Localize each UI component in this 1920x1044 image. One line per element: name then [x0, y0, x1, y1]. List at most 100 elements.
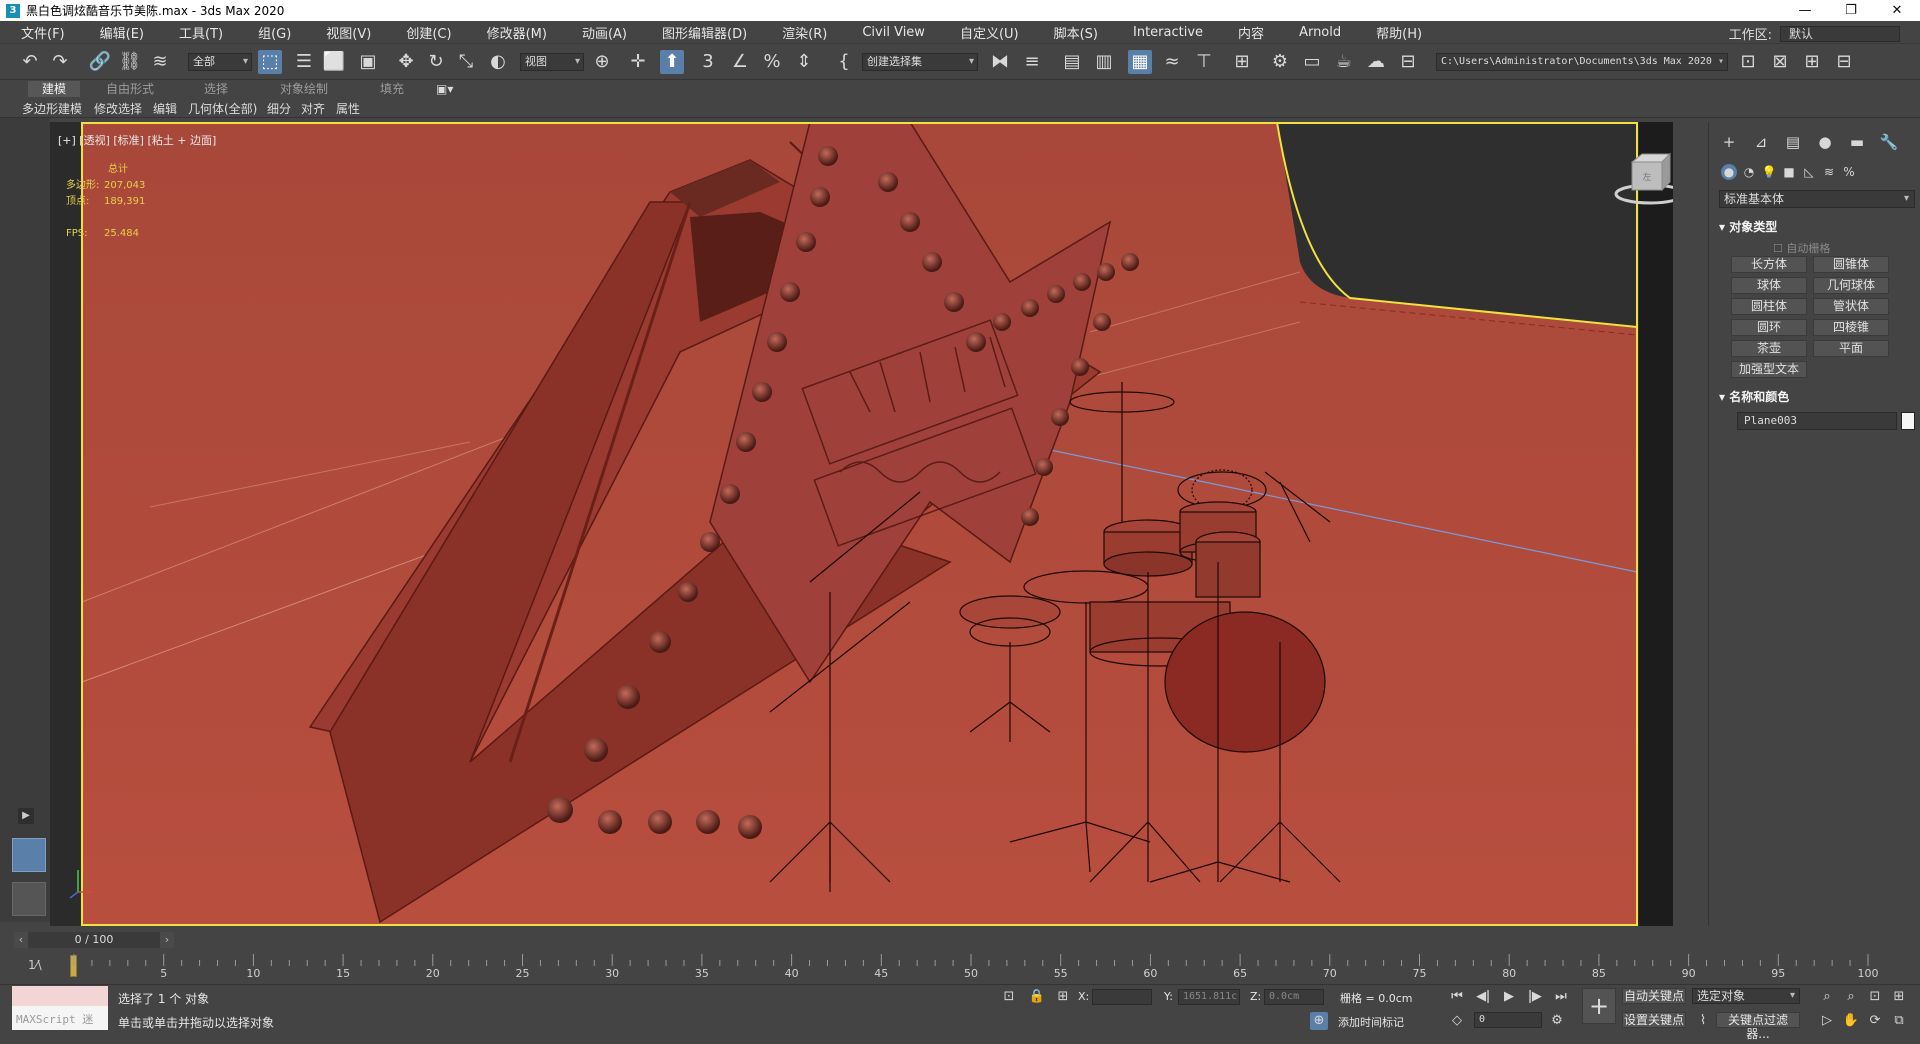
absolute-transform-icon[interactable]: ⊞ — [1054, 988, 1072, 1006]
set-project-icon[interactable]: ⊠ — [1768, 50, 1792, 74]
time-tag-icon[interactable]: ⊕ — [1310, 1012, 1328, 1030]
set-key-large-icon[interactable]: + — [1582, 988, 1616, 1024]
utilities-tab-icon[interactable]: 🔧 — [1879, 132, 1899, 152]
rotate-icon[interactable]: ↻ — [424, 50, 448, 74]
menu-tools[interactable]: 工具(T) — [158, 23, 237, 42]
ribbon-subdivision[interactable]: 细分 — [267, 100, 291, 117]
current-frame-field[interactable]: 0 — [1474, 1012, 1542, 1028]
geosphere-button[interactable]: 几何球体 — [1813, 277, 1889, 294]
maximize-button[interactable]: ❐ — [1828, 0, 1874, 21]
ribbon-geometry-all[interactable]: 几何体(全部) — [188, 100, 257, 117]
set-key-button[interactable]: 设置关键点 — [1622, 1012, 1686, 1028]
spinner-snap-icon[interactable]: ⇕ — [792, 50, 816, 74]
geometry-icon[interactable]: ● — [1721, 164, 1737, 180]
project-settings-icon[interactable]: ⊟ — [1832, 50, 1856, 74]
pan-view-icon[interactable]: ✋ — [1842, 1012, 1860, 1030]
field-of-view-icon[interactable]: ▷ — [1818, 1012, 1836, 1030]
pivot-center-icon[interactable]: ⊕ — [590, 50, 614, 74]
project-folder-icon[interactable]: ⊡ — [1736, 50, 1760, 74]
sphere-button[interactable]: 球体 — [1731, 277, 1807, 294]
zoom-extents-all-icon[interactable]: ⊞ — [1890, 988, 1908, 1006]
align-icon[interactable]: ≡ — [1020, 50, 1044, 74]
menu-civil-view[interactable]: Civil View — [841, 25, 939, 40]
maximize-viewport-icon[interactable]: ⧉ — [1890, 1012, 1908, 1030]
next-frame-icon[interactable]: › — [160, 932, 174, 948]
tab-freeform[interactable]: 自由形式 — [106, 81, 154, 97]
key-mode-icon[interactable]: ◇ — [1448, 1012, 1466, 1030]
helpers-icon[interactable]: ◺ — [1801, 164, 1817, 180]
render-in-cloud-icon[interactable]: ☁ — [1364, 50, 1388, 74]
ribbon-options-icon[interactable]: ▣▾ — [436, 81, 453, 97]
systems-icon[interactable]: % — [1841, 164, 1857, 180]
isolate-selection-icon[interactable]: ⊡ — [1000, 988, 1018, 1006]
ribbon-modify-selection[interactable]: 修改选择 — [94, 100, 142, 117]
y-coordinate-field[interactable]: 1651.811c — [1178, 989, 1240, 1005]
key-filters-button[interactable]: 关键点过滤器... — [1716, 1012, 1800, 1041]
redo-icon[interactable]: ↷ — [48, 50, 72, 74]
display-tab-icon[interactable]: ▬ — [1847, 132, 1867, 152]
scale-icon[interactable]: ⤡ — [454, 50, 478, 74]
select-by-name-icon[interactable]: ☰ — [292, 50, 316, 74]
move-icon[interactable]: ✥ — [394, 50, 418, 74]
material-editor-icon[interactable]: ⊞ — [1230, 50, 1254, 74]
ribbon-edit[interactable]: 编辑 — [153, 100, 177, 117]
cone-button[interactable]: 圆锥体 — [1813, 256, 1889, 273]
named-selection-dropdown[interactable]: 创建选择集 — [862, 53, 978, 71]
prev-frame-icon[interactable]: ‹ — [14, 932, 28, 948]
workspace-dropdown[interactable]: 默认 — [1780, 25, 1900, 42]
lock-selection-icon[interactable]: 🔒 — [1028, 988, 1046, 1006]
undo-icon[interactable]: ↶ — [18, 50, 42, 74]
auto-key-button[interactable]: 自动关键点 — [1622, 988, 1686, 1004]
cylinder-button[interactable]: 圆柱体 — [1731, 298, 1807, 315]
play-icon[interactable]: ▶ — [1500, 988, 1518, 1006]
expand-layout-icon[interactable]: ▶ — [18, 808, 34, 824]
tube-button[interactable]: 管状体 — [1813, 298, 1889, 315]
ribbon-properties[interactable]: 属性 — [336, 100, 360, 117]
menu-content[interactable]: 内容 — [1217, 23, 1278, 42]
go-to-start-icon[interactable]: ⏮ — [1448, 988, 1466, 1006]
timeline-mini-curve-icon[interactable]: 1⁄\ — [28, 958, 42, 972]
scene-explorer-icon[interactable]: ▤ — [1060, 50, 1084, 74]
render-setup-icon[interactable]: ⚙ — [1268, 50, 1292, 74]
maxscript-listener-input[interactable]: MAXScript 迷 — [12, 1006, 108, 1030]
plane-button[interactable]: 平面 — [1813, 340, 1889, 357]
mirror-icon[interactable]: ⧓ — [988, 50, 1012, 74]
menu-create[interactable]: 创建(C) — [385, 23, 465, 42]
zoom-all-icon[interactable]: ⌕ — [1842, 988, 1860, 1006]
maxscript-listener-output[interactable] — [12, 986, 108, 1006]
primitive-type-dropdown[interactable]: 标准基本体 — [1719, 190, 1915, 208]
place-icon[interactable]: ◐ — [486, 50, 510, 74]
snaps-toggle-icon[interactable]: 3 — [696, 50, 720, 74]
tab-object-paint[interactable]: 对象绘制 — [280, 81, 328, 97]
tab-modeling[interactable]: 建模 — [28, 81, 81, 97]
default-tangent-icon[interactable]: ⌇ — [1694, 1012, 1712, 1030]
pyramid-button[interactable]: 四棱锥 — [1813, 319, 1889, 336]
next-frame-button-icon[interactable]: ǀ▶ — [1526, 988, 1544, 1006]
edit-named-selection-icon[interactable]: { — [832, 50, 856, 74]
menu-modifiers[interactable]: 修改器(M) — [466, 23, 561, 42]
zoom-icon[interactable]: ⌕ — [1818, 988, 1836, 1006]
layout-tab[interactable] — [12, 882, 46, 916]
rendered-frame-window-icon[interactable]: ▭ — [1300, 50, 1324, 74]
z-coordinate-field[interactable]: 0.0cm — [1264, 989, 1324, 1005]
object-name-input[interactable]: Plane003 — [1737, 412, 1897, 430]
menu-arnold[interactable]: Arnold — [1278, 25, 1355, 40]
project-path-dropdown[interactable]: C:\Users\Administrator\Documents\3ds Max… — [1436, 53, 1728, 71]
percent-snap-icon[interactable]: % — [760, 50, 784, 74]
select-object-icon[interactable]: ⬚ — [258, 50, 282, 74]
close-button[interactable]: ✕ — [1874, 0, 1920, 21]
menu-customize[interactable]: 自定义(U) — [939, 23, 1033, 42]
time-slider[interactable]: ‹ 0 / 100 › — [14, 932, 174, 948]
selection-filter-dropdown[interactable]: 全部 — [188, 53, 252, 71]
bind-space-warp-icon[interactable]: ≋ — [148, 50, 172, 74]
orbit-icon[interactable]: ⟳ — [1866, 1012, 1884, 1030]
menu-scripting[interactable]: 脚本(S) — [1033, 23, 1112, 42]
object-type-section[interactable]: ▾ 对象类型 — [1719, 218, 1777, 235]
space-warps-icon[interactable]: ≋ — [1821, 164, 1837, 180]
schematic-view-icon[interactable]: ⊤ — [1192, 50, 1216, 74]
teapot-button[interactable]: 茶壶 — [1731, 340, 1807, 357]
torus-button[interactable]: 圆环 — [1731, 319, 1807, 336]
unlink-icon[interactable]: ⛓ — [118, 50, 142, 74]
open-project-icon[interactable]: ⊞ — [1800, 50, 1824, 74]
name-color-section[interactable]: ▾ 名称和颜色 — [1719, 388, 1789, 405]
